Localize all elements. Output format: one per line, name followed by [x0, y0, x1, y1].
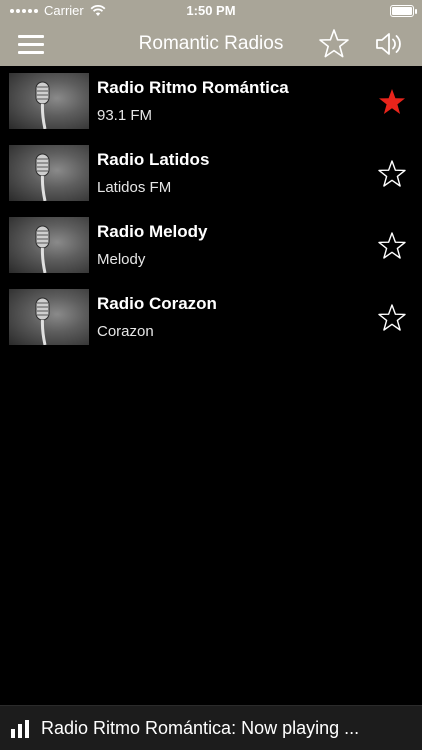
favorite-star-outline-icon[interactable]: [376, 302, 408, 334]
now-playing-bar[interactable]: Radio Ritmo Romántica: Now playing ...: [0, 705, 422, 750]
station-subtitle: Melody: [97, 251, 146, 268]
favorite-star-outline-icon[interactable]: [376, 230, 408, 262]
station-name: Radio Corazon: [97, 294, 217, 313]
nav-bar: Romantic Radios: [0, 22, 422, 66]
station-row[interactable]: Radio Latidos Latidos FM: [0, 138, 422, 210]
station-subtitle: Corazon: [97, 323, 154, 340]
station-row[interactable]: Radio Ritmo Romántica 93.1 FM: [0, 66, 422, 138]
station-row[interactable]: Radio Corazon Corazon: [0, 282, 422, 354]
microphone-thumbnail: [9, 73, 89, 129]
equalizer-icon: [11, 720, 31, 738]
microphone-thumbnail: [9, 217, 89, 273]
station-subtitle: 93.1 FM: [97, 107, 153, 124]
battery-tip: [415, 9, 417, 14]
station-name: Radio Ritmo Romántica: [97, 78, 289, 97]
status-time: 1:50 PM: [186, 3, 236, 18]
page-title: Romantic Radios: [138, 33, 284, 54]
speaker-icon[interactable]: [374, 30, 404, 58]
microphone-icon: [35, 153, 50, 201]
station-name: Radio Melody: [97, 222, 208, 241]
now-playing-text: Radio Ritmo Romántica: Now playing ...: [41, 718, 360, 738]
microphone-icon: [35, 297, 50, 345]
battery-icon: [390, 5, 414, 17]
microphone-icon: [35, 225, 50, 273]
station-row[interactable]: Radio Melody Melody: [0, 210, 422, 282]
star-outline-icon[interactable]: [318, 28, 350, 60]
microphone-thumbnail: [9, 145, 89, 201]
station-subtitle: Latidos FM: [97, 179, 172, 196]
microphone-thumbnail: [9, 289, 89, 345]
status-bar: Carrier 1:50 PM: [0, 0, 422, 22]
favorite-star-filled-icon[interactable]: [376, 86, 408, 118]
favorite-star-outline-icon[interactable]: [376, 158, 408, 190]
microphone-icon: [35, 81, 50, 129]
station-name: Radio Latidos: [97, 150, 210, 169]
